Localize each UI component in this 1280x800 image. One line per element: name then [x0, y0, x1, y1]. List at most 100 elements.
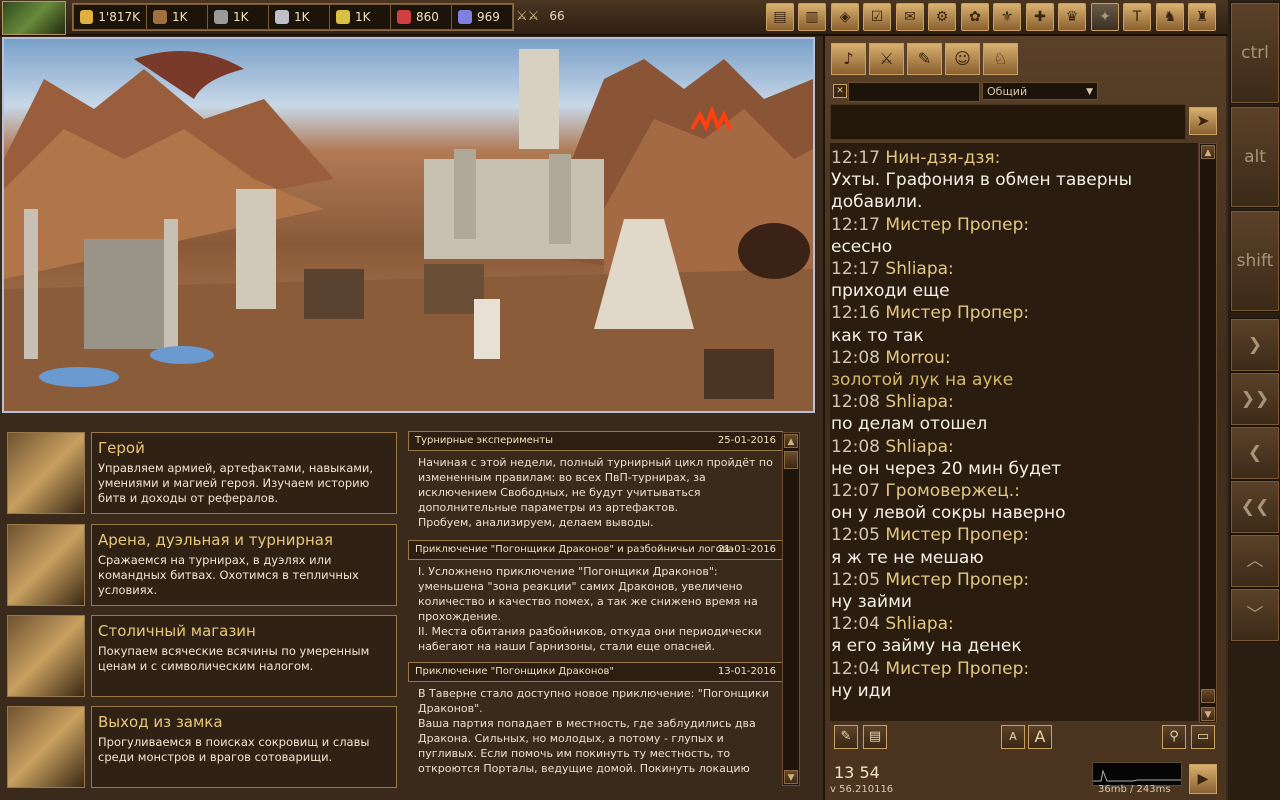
chat-nick[interactable]: Мистер Пропер:: [885, 303, 1029, 323]
scroll-down-icon[interactable]: ▼: [1201, 707, 1215, 721]
scroll-log-icon[interactable]: ▤: [863, 725, 887, 749]
chat-scrollbar[interactable]: ▲ ▼: [1199, 143, 1217, 723]
chevron-up-icon[interactable]: ︿: [1230, 534, 1280, 588]
chat-nick[interactable]: Громовержец.:: [885, 481, 1020, 501]
menu-hero[interactable]: Герой Управляем армией, артефактами, нав…: [7, 432, 399, 516]
chat-nick[interactable]: Morrou:: [885, 348, 950, 368]
chat-nick[interactable]: Мистер Пропер:: [885, 525, 1029, 545]
send-button[interactable]: ➤: [1189, 107, 1217, 135]
tab-battle-icon[interactable]: ⚔: [869, 43, 904, 75]
scroll-up-icon[interactable]: ▲: [784, 434, 798, 448]
castle-button[interactable]: ♜: [1188, 3, 1216, 31]
dragon-button[interactable]: ✦: [1091, 3, 1119, 31]
resource-gems: 969: [452, 4, 513, 30]
chat-nick[interactable]: Shliapa:: [885, 259, 953, 279]
tab-chat-horn-icon[interactable]: ♪: [831, 43, 866, 75]
menu-arena[interactable]: Арена, дуэльная и турнирная Сражаемся на…: [7, 524, 399, 608]
menu-exit-desc: Прогуливаемся в поисках сокровищ и славы…: [98, 735, 370, 764]
chat-time: 12:17: [831, 148, 880, 168]
army-count: ⚔⚔ 66: [516, 8, 565, 24]
shift-key[interactable]: shift: [1230, 210, 1280, 312]
tab-masks-icon[interactable]: ☺: [945, 43, 980, 75]
recipient-input[interactable]: [848, 82, 980, 102]
scroll-up-icon[interactable]: ▲: [1201, 145, 1215, 159]
tab-scroll-icon[interactable]: ✎: [907, 43, 942, 75]
chat-nick[interactable]: Shliapa:: [885, 614, 953, 634]
send-icon: ➤: [1196, 111, 1210, 130]
smiley-book-icon[interactable]: ✎: [834, 725, 858, 749]
double-chevron-right-icon[interactable]: ❯❯: [1230, 372, 1280, 426]
top-bar: 1'817K 1K 1K 1K 1K 860 969 ⚔⚔ 66 ▤ ▥ ◈ ☑…: [0, 0, 1228, 36]
news-body: В Таверне стало доступно новое приключен…: [418, 687, 769, 775]
tavern-button[interactable]: T: [1123, 3, 1151, 31]
menu-exit-body[interactable]: Выход из замка Прогуливаемся в поисках с…: [91, 706, 397, 788]
chevron-left-icon[interactable]: ❮: [1230, 426, 1280, 480]
menu-arena-body[interactable]: Арена, дуэльная и турнирная Сражаемся на…: [91, 524, 397, 606]
ctrl-key[interactable]: ctrl: [1230, 2, 1280, 104]
chat-message-text: ну иди: [831, 680, 892, 701]
menu-shop[interactable]: Столичный магазин Покупаем всяческие вся…: [7, 615, 399, 699]
chat-nick[interactable]: Shliapa:: [885, 392, 953, 412]
menu-hero-title[interactable]: Герой: [98, 439, 145, 457]
tasks-button[interactable]: ☑: [863, 3, 891, 31]
stats-button[interactable]: ◈: [831, 3, 859, 31]
chat-time: 12:07: [831, 481, 880, 502]
news-body: Начиная с этой недели, полный турнирный …: [418, 456, 773, 529]
chat-message-header: 12:17 Мистер Пропер:: [831, 214, 1198, 236]
monitor-icon[interactable]: ▭: [1191, 725, 1215, 749]
font-larger-button[interactable]: A: [1028, 725, 1052, 749]
hammer-button[interactable]: ✚: [1026, 3, 1054, 31]
chat-message-header: 12:04 Мистер Пропер:: [831, 658, 1198, 680]
chat-nick[interactable]: Нин-дзя-дзя:: [885, 148, 1000, 168]
resource-wood: 1K: [147, 4, 208, 30]
double-chevron-left-icon[interactable]: ❮❮: [1230, 480, 1280, 534]
chess-button[interactable]: ♞: [1156, 3, 1184, 31]
rating-button[interactable]: ✿: [961, 3, 989, 31]
chat-time: 12:17: [831, 259, 880, 280]
crown-button[interactable]: ♛: [1058, 3, 1086, 31]
news-item: Приключение "Погонщики Драконов" и разбо…: [408, 540, 783, 660]
player-avatar[interactable]: [2, 1, 66, 35]
castle-scene-image[interactable]: [2, 37, 815, 413]
scroll-down-icon[interactable]: ▼: [784, 770, 798, 784]
menu-hero-desc: Управляем армией, артефактами, навыками,…: [98, 461, 374, 505]
close-icon[interactable]: ✕: [833, 84, 847, 98]
chevron-right-icon[interactable]: ❯: [1230, 318, 1280, 372]
crossed-swords-icon[interactable]: [7, 524, 85, 606]
tab-horse-icon[interactable]: ♘: [983, 43, 1018, 75]
chat-nick[interactable]: Мистер Пропер:: [885, 215, 1029, 235]
menu-exit-title[interactable]: Выход из замка: [98, 713, 223, 731]
clan-button[interactable]: ⚜: [993, 3, 1021, 31]
map-button[interactable]: ▤: [766, 3, 794, 31]
ore-icon: [214, 10, 228, 24]
settings-gear-button[interactable]: ⚙: [928, 3, 956, 31]
chat-message-header: 12:17 Shliapa:: [831, 258, 1198, 280]
chevron-down-icon[interactable]: ﹀: [1230, 588, 1280, 642]
journal-button[interactable]: ▥: [798, 3, 826, 31]
channel-select[interactable]: Общий ▼: [982, 82, 1098, 100]
menu-arena-title[interactable]: Арена, дуэльная и турнирная: [98, 531, 333, 549]
news-scrollbar[interactable]: ▲ ▼: [782, 432, 800, 786]
message-input[interactable]: [830, 104, 1186, 140]
play-icon[interactable]: ▶: [1189, 764, 1217, 794]
filter-icon[interactable]: ⚲: [1162, 725, 1186, 749]
server-clock: 13 54: [834, 763, 880, 782]
treasure-map-icon[interactable]: [7, 706, 85, 788]
scroll-thumb[interactable]: [1201, 689, 1215, 703]
menu-exit[interactable]: Выход из замка Прогуливаемся в поисках с…: [7, 706, 399, 790]
font-smaller-button[interactable]: A: [1001, 725, 1025, 749]
menu-shop-title[interactable]: Столичный магазин: [98, 622, 256, 640]
chat-message-text: золотой лук на ауке: [831, 370, 1014, 391]
alt-key[interactable]: alt: [1230, 106, 1280, 208]
sulfur-icon: [336, 10, 350, 24]
chat-nick[interactable]: Shliapa:: [885, 437, 953, 457]
chat-nick[interactable]: Мистер Пропер:: [885, 659, 1029, 679]
chat-time: 12:08: [831, 347, 880, 368]
chat-nick[interactable]: Мистер Пропер:: [885, 570, 1029, 590]
scroll-thumb[interactable]: [784, 451, 798, 469]
treasure-bag-icon[interactable]: [7, 615, 85, 697]
menu-shop-body[interactable]: Столичный магазин Покупаем всяческие вся…: [91, 615, 397, 697]
hero-knight-icon[interactable]: [7, 432, 85, 514]
menu-hero-body[interactable]: Герой Управляем армией, артефактами, нав…: [91, 432, 397, 514]
mail-button[interactable]: ✉: [896, 3, 924, 31]
